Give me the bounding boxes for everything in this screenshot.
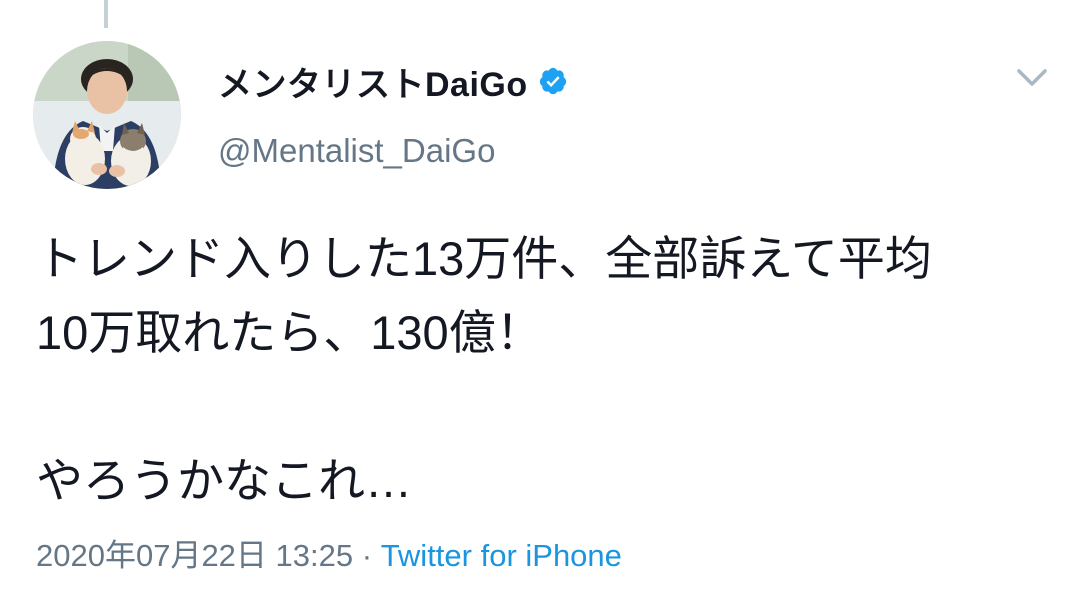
- user-handle[interactable]: @Mentalist_DaiGo: [218, 132, 568, 170]
- tweet-line: トレンド入りした13万件、全部訴えて平均: [36, 232, 932, 285]
- tweet-line-blank: ​: [36, 370, 1046, 444]
- avatar-image: [33, 41, 181, 189]
- author-block: メンタリストDaiGo @Mentalist_DaiGo: [218, 58, 568, 170]
- name-row: メンタリストDaiGo: [218, 58, 568, 104]
- meta-separator: ·: [353, 538, 381, 573]
- avatar[interactable]: [33, 41, 181, 189]
- tweet-meta: 2020年07月22日 13:25 · Twitter for iPhone: [36, 530, 622, 575]
- tweet-line: 10万取れたら、130億！: [36, 306, 543, 359]
- verified-badge-icon: [539, 67, 566, 95]
- source-link[interactable]: Twitter for iPhone: [381, 538, 622, 573]
- display-name[interactable]: メンタリストDaiGo: [218, 57, 528, 106]
- tweet-card: メンタリストDaiGo @Mentalist_DaiGo トレンド入りした13万…: [0, 0, 1080, 604]
- chevron-down-icon[interactable]: [1016, 66, 1048, 90]
- tweet-body: トレンド入りした13万件、全部訴えて平均 10万取れたら、130億！ ​ やろうかなこ…: [36, 222, 1046, 518]
- timestamp[interactable]: 2020年07月22日 13:25: [36, 538, 353, 573]
- tweet-line: やろうかなこれ…: [36, 454, 412, 507]
- thread-connector-line: [104, 0, 108, 28]
